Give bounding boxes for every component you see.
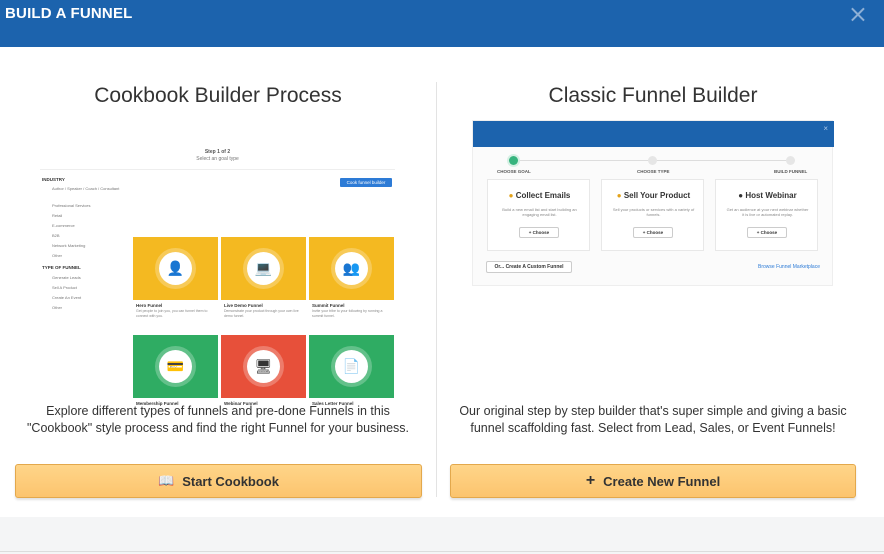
card-icon: 💳 xyxy=(159,350,192,383)
cookbook-filter-sidebar: INDUSTRY Author / Speaker / Coach / Cons… xyxy=(40,177,125,367)
tile-caption: Live Demo Funnel xyxy=(224,303,263,308)
cart-icon: ● xyxy=(616,191,624,200)
preview-header-bar: × xyxy=(473,121,834,147)
funnel-tile: 📄 xyxy=(309,335,394,398)
goal-card-desc: Build a new email list and start buildin… xyxy=(502,207,577,217)
create-new-funnel-label: Create New Funnel xyxy=(603,473,721,489)
column-divider xyxy=(436,82,437,497)
cookbook-description-line: Explore different types of funnels and p… xyxy=(46,404,390,418)
choose-button: + Choose xyxy=(519,227,559,238)
start-cookbook-button[interactable]: 📖 Start Cookbook xyxy=(15,464,422,498)
footer-divider xyxy=(0,551,884,552)
goal-card-title: ● Host Webinar xyxy=(738,191,797,200)
type-item: Sell A Product xyxy=(52,285,77,290)
step-dot xyxy=(648,156,657,165)
goal-card-desc: Sell your products or services with a va… xyxy=(612,207,695,217)
modal-body: Cookbook Builder Process Step 1 of 2 Sel… xyxy=(0,47,884,517)
person-icon: 👤 xyxy=(159,252,192,285)
classic-title: Classic Funnel Builder xyxy=(548,84,758,107)
cookbook-description-line: "Cookbook" style process and find the ri… xyxy=(27,421,409,435)
industry-item: E-commerce xyxy=(52,223,75,228)
step-label: BUILD FUNNEL xyxy=(774,169,808,174)
step-label: CHOOSE TYPE xyxy=(637,169,670,174)
choose-button: + Choose xyxy=(747,227,787,238)
industry-heading: INDUSTRY xyxy=(42,177,65,182)
industry-item: Other xyxy=(52,253,63,258)
classic-description-line: funnel scaffolding fast. Select from Lea… xyxy=(470,421,836,435)
tile-caption: Summit Funnel xyxy=(312,303,345,308)
group-icon: 👥 xyxy=(335,252,368,285)
cookbook-description: Explore different types of funnels and p… xyxy=(8,403,428,437)
type-heading: TYPE OF FUNNEL xyxy=(42,265,81,270)
goal-card-title: ● Collect Emails xyxy=(508,191,571,200)
close-icon[interactable]: × xyxy=(848,2,868,26)
start-cookbook-label: Start Cookbook xyxy=(182,473,279,489)
industry-item: B2B xyxy=(52,233,60,238)
goal-card-desc: Get an audience at your next webinar whe… xyxy=(726,207,809,217)
cookbook-title: Cookbook Builder Process xyxy=(94,84,342,107)
modal-title: BUILD A FUNNEL xyxy=(5,5,133,22)
cookbook-step-label: Step 1 of 2 xyxy=(204,149,231,155)
goal-card-sell-product: ● Sell Your Product Sell your products o… xyxy=(601,179,704,251)
step-dot-active xyxy=(509,156,518,165)
classic-description: Our original step by step builder that's… xyxy=(443,403,863,437)
create-new-funnel-button[interactable]: + Create New Funnel xyxy=(450,464,856,498)
laptop-icon: 💻 xyxy=(247,252,280,285)
plus-icon: + xyxy=(585,472,596,489)
industry-item: Retail xyxy=(52,213,63,218)
classic-description-line: Our original step by step builder that's… xyxy=(459,404,847,418)
marketplace-link: Browse Funnel Marketplace xyxy=(758,264,820,270)
webinar-icon: 🖥 xyxy=(247,350,280,383)
goal-card-collect-emails: ● Collect Emails Build a new email list … xyxy=(487,179,590,251)
funnel-tile: 👤 xyxy=(133,237,218,300)
tile-sub: Demonstrate your product through your ow… xyxy=(224,309,299,318)
industry-item: Author / Speaker / Coach / Consultant xyxy=(52,186,120,191)
cookbook-divider xyxy=(40,169,395,170)
tile-sub: Invite your tribe to your following by r… xyxy=(312,309,383,318)
type-item: Other xyxy=(52,305,63,310)
build-funnel-modal: BUILD A FUNNEL × Cookbook Builder Proces… xyxy=(0,0,884,554)
envelope-icon: ● xyxy=(508,191,516,200)
goal-card-title: ● Sell Your Product xyxy=(616,191,691,200)
book-icon: 📖 xyxy=(158,473,175,488)
preview-close-icon: × xyxy=(823,124,828,133)
tile-caption: Hero Funnel xyxy=(136,303,163,308)
modal-header: BUILD A FUNNEL × xyxy=(0,0,884,47)
tile-sub: Get people to join you, you can funnel t… xyxy=(136,309,208,318)
step-dot xyxy=(786,156,795,165)
funnel-tile: 💻 xyxy=(221,237,306,300)
classic-preview-image: × CHOOSE GOAL CHOOSE TYPE BUILD FUNNEL ●… xyxy=(472,120,834,286)
type-item: Generate Leads xyxy=(52,275,81,280)
cookbook-step-sub: Select an goal type xyxy=(196,156,239,162)
step-label: CHOOSE GOAL xyxy=(497,169,531,174)
custom-funnel-button: Or... Create A Custom Funnel xyxy=(486,261,572,273)
cookbook-start-button: Cook funnel builder xyxy=(340,178,392,187)
funnel-tile: 👥 xyxy=(309,237,394,300)
industry-item: Network Marketing xyxy=(52,243,86,248)
choose-button: + Choose xyxy=(633,227,673,238)
funnel-tile: 💳 xyxy=(133,335,218,398)
cookbook-preview-image: Step 1 of 2 Select an goal type Cook fun… xyxy=(40,147,395,406)
goal-card-host-webinar: ● Host Webinar Get an audience at your n… xyxy=(715,179,818,251)
type-item: Create An Event xyxy=(52,295,82,300)
industry-item: Professional Services xyxy=(52,203,91,208)
funnel-tile: 🖥 xyxy=(221,335,306,398)
document-icon: 📄 xyxy=(335,350,368,383)
